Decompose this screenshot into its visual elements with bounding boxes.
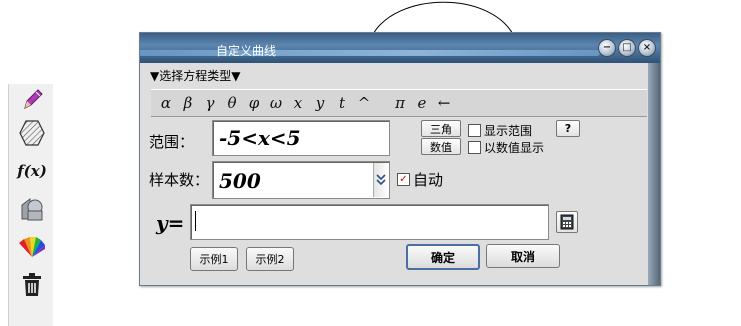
maximize-button[interactable]: □	[618, 39, 636, 57]
dialog-title: 自定义曲线	[216, 44, 277, 58]
equation-input[interactable]	[190, 204, 549, 240]
auto-label: 自动	[413, 171, 444, 189]
value-button[interactable]: 数值	[421, 138, 461, 155]
calculator-button[interactable]	[556, 211, 578, 233]
minimize-button[interactable]: −	[598, 39, 616, 57]
range-value: -5<x<5	[219, 126, 301, 150]
text-cursor	[195, 211, 196, 231]
ok-button[interactable]: 确定	[406, 244, 480, 270]
symbol-gamma[interactable]: γ	[203, 94, 217, 112]
close-button[interactable]: ×	[638, 39, 656, 57]
auto-box[interactable]: ✓	[397, 173, 410, 186]
example2-button[interactable]: 示例2	[246, 247, 294, 271]
cancel-button[interactable]: 取消	[486, 244, 560, 268]
symbol-beta[interactable]: β	[181, 94, 195, 112]
symbol-omega[interactable]: ω	[269, 94, 283, 112]
left-toolbar: f(x)	[8, 84, 53, 326]
show-range-box[interactable]	[468, 124, 481, 137]
range-label: 范围：	[149, 133, 195, 151]
hexagon-icon[interactable]	[17, 118, 47, 148]
equation-label: y=	[156, 211, 185, 235]
color-fan-icon[interactable]	[17, 232, 47, 262]
show-as-value-label: 以数值显示	[484, 141, 545, 155]
show-range-checkbox[interactable]: 显示范围	[468, 122, 532, 139]
help-button[interactable]: ?	[556, 120, 580, 137]
backspace-button[interactable]: ←	[437, 94, 451, 112]
frame-edge	[648, 63, 660, 285]
title-bar-glow	[140, 50, 600, 56]
symbol-pi[interactable]: π	[393, 94, 407, 112]
custom-curve-dialog: 自定义曲线 − □ × ▼选择方程类型▼ α β γ θ φ ω x y t ^…	[139, 32, 661, 286]
title-bar[interactable]: 自定义曲线 − □ ×	[140, 33, 660, 63]
3d-shapes-icon[interactable]	[17, 194, 47, 224]
fx-icon[interactable]: f(x)	[17, 156, 47, 186]
symbol-y[interactable]: y	[313, 94, 327, 112]
range-input[interactable]: -5<x<5	[212, 120, 390, 156]
auto-checkbox[interactable]: ✓ 自动	[397, 169, 443, 190]
show-as-value-box[interactable]	[468, 141, 481, 154]
symbol-phi[interactable]: φ	[247, 94, 261, 112]
trig-button[interactable]: 三角	[421, 120, 461, 137]
samples-value: 500	[219, 169, 261, 193]
symbol-x[interactable]: x	[291, 94, 305, 112]
symbol-caret[interactable]: ^	[357, 94, 371, 112]
symbol-bar: α β γ θ φ ω x y t ^ π e ←	[151, 89, 647, 117]
show-range-label: 显示范围	[484, 124, 533, 138]
chevron-down-icon	[376, 174, 386, 186]
trash-icon[interactable]	[17, 270, 47, 300]
samples-input[interactable]: 500	[212, 161, 390, 199]
symbol-e[interactable]: e	[415, 94, 429, 112]
example1-button[interactable]: 示例1	[190, 247, 238, 271]
equation-type-menu[interactable]: ▼选择方程类型▼	[150, 67, 240, 84]
calculator-icon	[560, 214, 574, 230]
pencil-icon[interactable]	[17, 84, 47, 114]
symbol-alpha[interactable]: α	[159, 94, 173, 112]
show-as-value-checkbox[interactable]: 以数值显示	[468, 139, 544, 156]
symbol-theta[interactable]: θ	[225, 94, 239, 112]
symbol-t[interactable]: t	[335, 94, 349, 112]
window-buttons: − □ ×	[598, 39, 656, 57]
samples-label: 样本数：	[149, 171, 210, 189]
samples-spinner[interactable]	[373, 163, 388, 197]
